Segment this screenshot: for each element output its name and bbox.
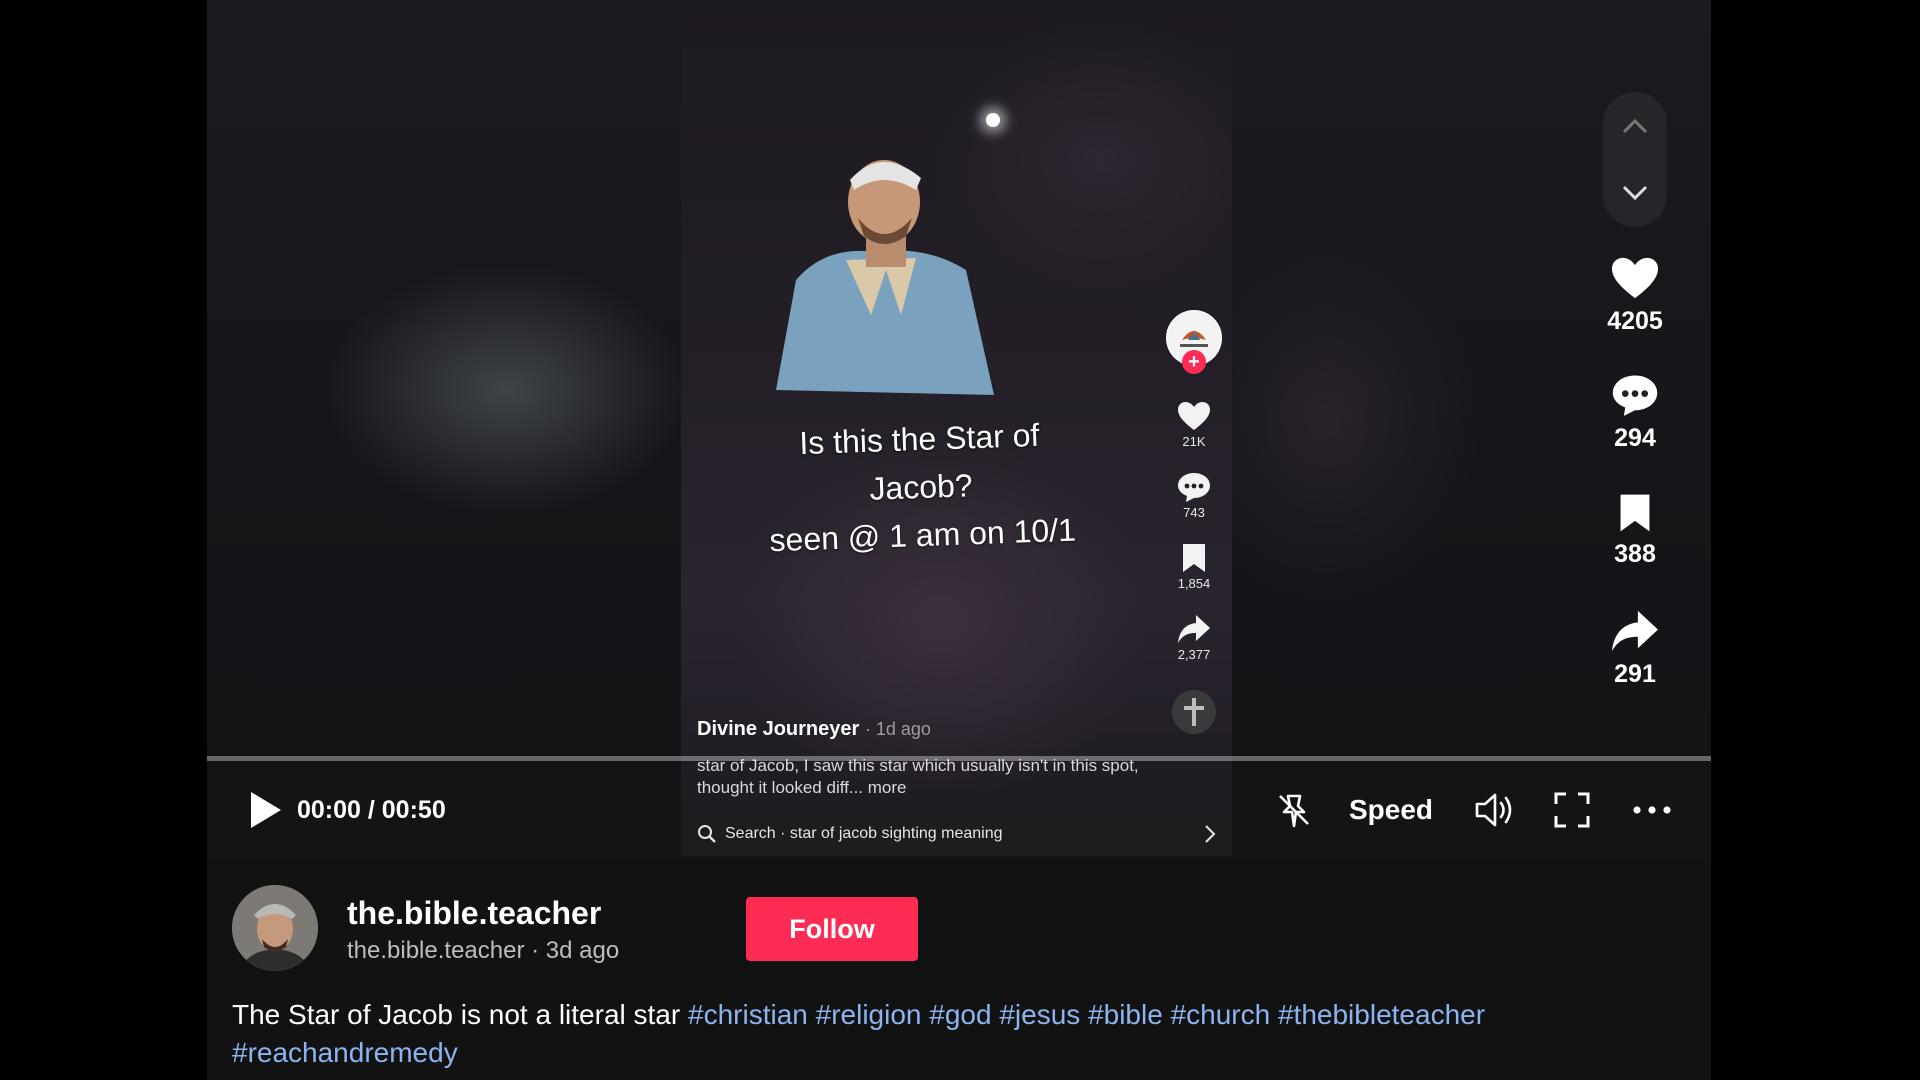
more-options-button[interactable] — [1632, 785, 1672, 835]
save-button[interactable]: 388 — [1587, 492, 1683, 569]
music-disc-icon — [1172, 690, 1216, 734]
inner-bookmark: 1,854 — [1177, 542, 1211, 591]
speed-button[interactable]: Speed — [1349, 785, 1433, 835]
floating-pin-icon — [1279, 794, 1309, 828]
user-subline: the.bible.teacher · 3d ago — [347, 937, 620, 964]
inner-like: 21K — [1176, 400, 1212, 449]
comment-icon — [1612, 375, 1658, 416]
hashtag-link[interactable]: #jesus — [999, 999, 1080, 1030]
volume-button[interactable] — [1473, 785, 1517, 835]
hashtag-link[interactable]: #bible — [1088, 999, 1163, 1030]
heart-icon — [1178, 402, 1210, 430]
hashtag-link[interactable]: #thebibleteacher — [1278, 999, 1485, 1030]
inner-search-bar: Search · star of jacob sighting meaning — [681, 812, 1232, 856]
share-icon — [1612, 610, 1658, 652]
fullscreen-icon — [1554, 792, 1590, 828]
inner-author: Divine Journeyer · 1d ago — [697, 718, 1147, 741]
night-star — [986, 113, 1000, 127]
hashtag-link[interactable]: #god — [929, 999, 991, 1030]
hashtag-link[interactable]: #christian — [688, 999, 808, 1030]
inner-share-count: 2,377 — [1177, 647, 1211, 662]
inner-action-bar: + 21K 743 1,854 2,377 — [1166, 310, 1222, 736]
inner-bookmark-count: 1,854 — [1177, 576, 1211, 591]
volume-icon — [1475, 793, 1512, 827]
video-frame: Is this the Star of Jacob? seen @ 1 am o… — [681, 0, 1232, 856]
fullscreen-button[interactable] — [1553, 785, 1591, 835]
hashtag-link[interactable]: #religion — [816, 999, 922, 1030]
inner-follow-plus-icon: + — [1182, 350, 1206, 374]
more-dots-icon — [1633, 806, 1671, 814]
inner-comment: 743 — [1176, 471, 1212, 520]
heart-icon — [1612, 257, 1658, 299]
hashtag-link[interactable]: #church — [1171, 999, 1271, 1030]
bookmark-icon — [1182, 544, 1205, 572]
time-display: 00:00 / 00:50 — [297, 795, 446, 824]
like-count: 4205 — [1607, 307, 1663, 335]
save-count: 388 — [1614, 540, 1656, 568]
share-icon — [1178, 615, 1210, 643]
inner-description: star of Jacob, I saw this star which usu… — [697, 756, 1139, 797]
inner-comment-count: 743 — [1183, 505, 1205, 520]
share-button[interactable]: 291 — [1587, 608, 1683, 689]
inner-search-text: Search · star of jacob sighting meaning — [725, 825, 1003, 842]
share-count: 291 — [1614, 660, 1656, 688]
avatar-portrait-image — [232, 885, 318, 971]
avatar[interactable] — [232, 885, 318, 971]
follow-button[interactable]: Follow — [746, 897, 918, 961]
person-cutout-image — [776, 160, 994, 395]
post-description: The Star of Jacob is not a literal star … — [232, 996, 1692, 1072]
chevron-right-icon — [1205, 825, 1216, 843]
chevron-up-icon[interactable] — [1621, 117, 1649, 135]
comment-count: 294 — [1614, 424, 1656, 452]
inner-author-name: Divine Journeyer — [697, 718, 860, 740]
video-caption: Is this the Star of Jacob? seen @ 1 am o… — [744, 409, 1099, 565]
username[interactable]: the.bible.teacher — [347, 895, 601, 932]
inner-like-count: 21K — [1182, 434, 1206, 449]
comment-icon — [1178, 473, 1210, 502]
description-text: The Star of Jacob is not a literal star — [232, 999, 681, 1030]
chevron-down-icon[interactable] — [1621, 184, 1649, 202]
inner-author-age: · 1d ago — [864, 719, 931, 739]
progress-bar[interactable] — [207, 756, 1711, 761]
inner-share: 2,377 — [1176, 613, 1212, 662]
like-button[interactable]: 4205 — [1587, 255, 1683, 336]
floating-player-button[interactable] — [1274, 785, 1314, 835]
video-player[interactable]: Is this the Star of Jacob? seen @ 1 am o… — [207, 0, 1711, 860]
comment-button[interactable]: 294 — [1587, 372, 1683, 453]
video-detail-panel: Is this the Star of Jacob? seen @ 1 am o… — [207, 0, 1711, 1080]
search-icon — [698, 825, 716, 843]
hashtag-link[interactable]: #reachandremedy — [232, 1037, 458, 1068]
video-navigation — [1603, 92, 1667, 227]
play-button[interactable] — [247, 785, 283, 835]
inner-music-disc — [1170, 688, 1218, 736]
inner-creator-avatar: + — [1166, 310, 1222, 374]
play-icon — [251, 792, 281, 828]
bookmark-icon — [1620, 494, 1650, 532]
